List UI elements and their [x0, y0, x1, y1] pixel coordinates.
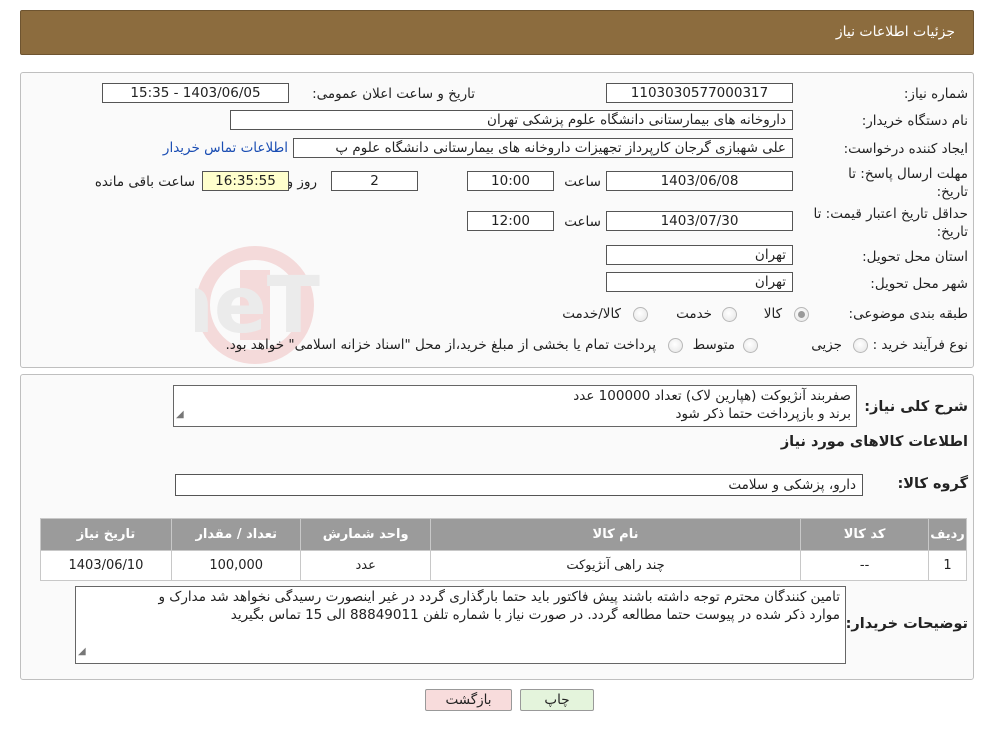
cell-row: 1: [928, 550, 967, 581]
price-validity-label-date: تاریخ:: [936, 224, 968, 240]
process-radio-minor[interactable]: [853, 338, 868, 353]
city-field[interactable]: تهران: [606, 272, 793, 292]
resize-grip-icon[interactable]: ◢: [176, 406, 184, 424]
price-validity-label: حداقل تاریخ اعتبار قیمت: تا: [813, 206, 968, 222]
days-label: روز و: [286, 174, 317, 190]
goods-group-label: گروه کالا:: [897, 476, 968, 492]
cell-need-date: 1403/06/10: [40, 550, 172, 581]
col-row: ردیف: [928, 518, 967, 551]
need-summary-line-1: صفربند آنژیوکت (هپارین لاک) تعداد 100000…: [573, 388, 851, 404]
process-option-minor: جزیی: [811, 337, 842, 353]
cell-name: چند راهی آنژیوکت: [429, 550, 802, 581]
category-radio-goods[interactable]: [794, 307, 809, 322]
category-option-goods: کالا: [763, 306, 782, 322]
buyer-org-label: نام دستگاه خریدار:: [861, 113, 968, 129]
province-label: استان محل تحویل:: [862, 249, 968, 265]
buyer-contact-link[interactable]: اطلاعات تماس خریدار: [163, 140, 288, 156]
deadline-label-date: تاریخ:: [936, 184, 968, 200]
deadline-time-label: ساعت: [564, 174, 601, 190]
back-button[interactable]: بازگشت: [425, 689, 512, 711]
col-name: نام کالا: [429, 518, 802, 551]
price-validity-date-field[interactable]: 1403/07/30: [606, 211, 793, 231]
col-need-date: تاریخ نیاز: [40, 518, 172, 551]
creator-field[interactable]: علی شهبازی گرجان کارپرداز تجهیزات داروخا…: [293, 138, 793, 158]
need-summary-label: شرح کلی نیاز:: [864, 399, 968, 415]
col-quantity: تعداد / مقدار: [170, 518, 302, 551]
table-row[interactable]: 1 -- چند راهی آنژیوکت عدد 100,000 1403/0…: [40, 550, 967, 581]
page-header: جزئيات اطلاعات نياز: [20, 10, 974, 55]
print-button[interactable]: چاپ: [520, 689, 594, 711]
cell-unit: عدد: [300, 550, 431, 581]
page-title: جزئيات اطلاعات نياز: [835, 24, 955, 40]
need-summary-line-2: برند و بازپرداخت حتما ذکر شود: [675, 406, 851, 422]
category-option-service: خدمت: [676, 306, 712, 322]
cell-quantity: 100,000: [170, 550, 302, 581]
col-unit: واحد شمارش: [300, 518, 431, 551]
remaining-time-field[interactable]: 16:35:55: [202, 171, 289, 191]
buyer-notes-line-1: تامین کنندگان محترم توجه داشته باشند پیش…: [158, 589, 840, 605]
resize-grip-icon[interactable]: ◢: [78, 643, 86, 661]
category-option-goods-service: کالا/خدمت: [562, 306, 621, 322]
city-label: شهر محل تحویل:: [870, 276, 968, 292]
category-radio-goods-service[interactable]: [633, 307, 648, 322]
deadline-time-field[interactable]: 10:00: [467, 171, 554, 191]
buyer-notes-field[interactable]: تامین کنندگان محترم توجه داشته باشند پیش…: [75, 586, 846, 664]
need-number-label: شماره نیاز:: [903, 86, 968, 102]
cell-code: --: [800, 550, 930, 581]
buyer-notes-label: توضیحات خریدار:: [845, 616, 968, 632]
price-validity-time-field[interactable]: 12:00: [467, 211, 554, 231]
process-treasury-note: پرداخت تمام یا بخشی از مبلغ خرید،از محل …: [225, 337, 656, 353]
need-number-field[interactable]: 1103030577000317: [606, 83, 793, 103]
deadline-label: مهلت ارسال پاسخ: تا: [848, 166, 968, 182]
days-remaining-field[interactable]: 2: [331, 171, 418, 191]
deadline-date-field[interactable]: 1403/06/08: [606, 171, 793, 191]
price-validity-time-label: ساعت: [564, 214, 601, 230]
process-radio-medium[interactable]: [743, 338, 758, 353]
col-code: کد کالا: [800, 518, 930, 551]
process-label: نوع فرآیند خرید :: [872, 337, 968, 353]
treasury-payment-checkbox[interactable]: [668, 338, 683, 353]
process-option-medium: متوسط: [692, 337, 735, 353]
goods-info-title: اطلاعات کالاهای مورد نیاز: [780, 434, 968, 450]
buyer-notes-line-2: موارد ذکر شده در پیوست حتما مطالعه گردد.…: [230, 607, 840, 623]
announce-label: تاریخ و ساعت اعلان عمومی:: [312, 86, 475, 102]
creator-label: ایجاد کننده درخواست:: [843, 141, 968, 157]
goods-table-header: ردیف کد کالا نام کالا واحد شمارش تعداد /…: [40, 518, 967, 551]
buyer-org-field[interactable]: داروخانه های بیمارستانی دانشگاه علوم پزش…: [230, 110, 793, 130]
goods-table: ردیف کد کالا نام کالا واحد شمارش تعداد /…: [40, 518, 967, 581]
goods-group-field[interactable]: دارو، پزشکی و سلامت: [175, 474, 863, 496]
announce-datetime-field[interactable]: 1403/06/05 - 15:35: [102, 83, 289, 103]
category-label: طبقه بندی موضوعی:: [848, 306, 968, 322]
remaining-time-label: ساعت باقی مانده: [94, 174, 195, 190]
category-radio-service[interactable]: [722, 307, 737, 322]
province-field[interactable]: تهران: [606, 245, 793, 265]
need-summary-field[interactable]: صفربند آنژیوکت (هپارین لاک) تعداد 100000…: [173, 385, 857, 427]
